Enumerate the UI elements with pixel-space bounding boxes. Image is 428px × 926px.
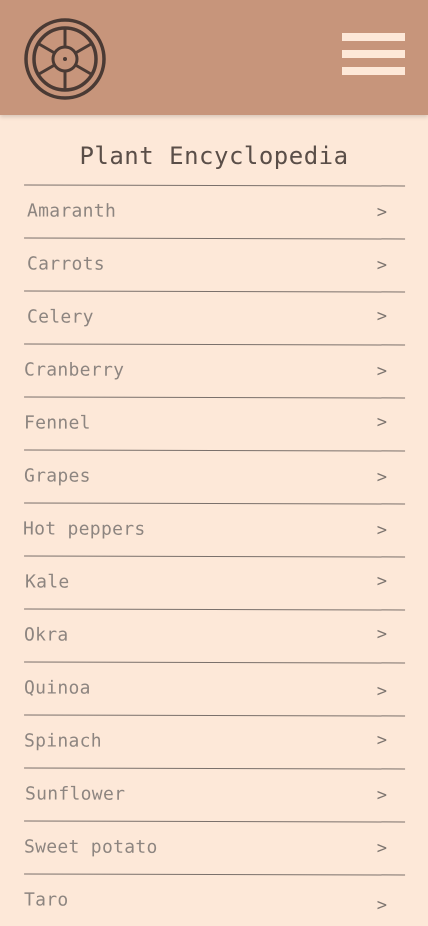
chevron-right-icon: > bbox=[376, 838, 388, 859]
plant-list-item[interactable]: Taro > bbox=[23, 873, 406, 926]
chevron-right-icon: > bbox=[376, 467, 388, 488]
plant-name: Celery bbox=[26, 306, 94, 328]
chevron-right-icon: > bbox=[376, 255, 388, 276]
plant-name: Grapes bbox=[23, 465, 91, 487]
plant-name: Okra bbox=[23, 624, 69, 646]
chevron-right-icon: > bbox=[376, 895, 388, 916]
chevron-right-icon: > bbox=[376, 624, 388, 645]
page-title: Plant Encyclopedia bbox=[79, 142, 349, 170]
plant-name: Quinoa bbox=[23, 677, 91, 699]
chevron-right-icon: > bbox=[376, 412, 388, 433]
plant-name: Sweet potato bbox=[23, 836, 158, 858]
menu-bar bbox=[342, 67, 405, 75]
plant-name: Taro bbox=[23, 889, 69, 911]
app-header bbox=[0, 0, 428, 115]
plant-list-item[interactable]: Spinach > bbox=[23, 714, 406, 769]
plant-name: Carrots bbox=[26, 253, 105, 275]
menu-bar bbox=[342, 50, 405, 58]
plant-name: Spinach bbox=[23, 730, 102, 752]
plant-list-item[interactable]: Celery > bbox=[23, 290, 406, 345]
plant-name: Cranberry bbox=[23, 359, 125, 381]
plant-name: Fennel bbox=[23, 412, 91, 434]
chevron-right-icon: > bbox=[376, 361, 388, 382]
hamburger-menu-button[interactable] bbox=[342, 33, 405, 75]
plant-name: Sunflower bbox=[24, 783, 126, 805]
plant-list-item[interactable]: Grapes > bbox=[23, 449, 406, 504]
plant-name: Hot peppers bbox=[22, 518, 146, 540]
plant-list-item[interactable]: Amaranth > bbox=[23, 184, 406, 239]
plant-list-item[interactable]: Okra > bbox=[23, 608, 406, 663]
plant-list-item[interactable]: Carrots > bbox=[23, 237, 406, 292]
chevron-right-icon: > bbox=[376, 785, 388, 806]
menu-bar bbox=[342, 33, 405, 41]
plant-list-item[interactable]: Fennel > bbox=[23, 396, 406, 451]
chevron-right-icon: > bbox=[376, 202, 388, 223]
plant-list-item[interactable]: Sunflower > bbox=[23, 767, 406, 822]
plant-list-item[interactable]: Cranberry > bbox=[23, 343, 406, 398]
chevron-right-icon: > bbox=[376, 306, 388, 327]
ship-wheel-icon[interactable] bbox=[24, 18, 106, 100]
plant-list-item[interactable]: Hot peppers > bbox=[22, 502, 406, 557]
chevron-right-icon: > bbox=[376, 681, 388, 702]
plant-name: Kale bbox=[24, 571, 70, 593]
plant-list-item[interactable]: Quinoa > bbox=[23, 661, 406, 716]
chevron-right-icon: > bbox=[376, 730, 388, 751]
plant-list-item[interactable]: Kale > bbox=[23, 555, 406, 610]
chevron-right-icon: > bbox=[376, 520, 388, 541]
chevron-right-icon: > bbox=[376, 571, 388, 592]
plant-list-item[interactable]: Sweet potato > bbox=[23, 820, 406, 875]
plant-list: Amaranth > Carrots > Celery > Cranberry > Fennel… bbox=[22, 184, 406, 926]
plant-name: Amaranth bbox=[26, 200, 117, 222]
